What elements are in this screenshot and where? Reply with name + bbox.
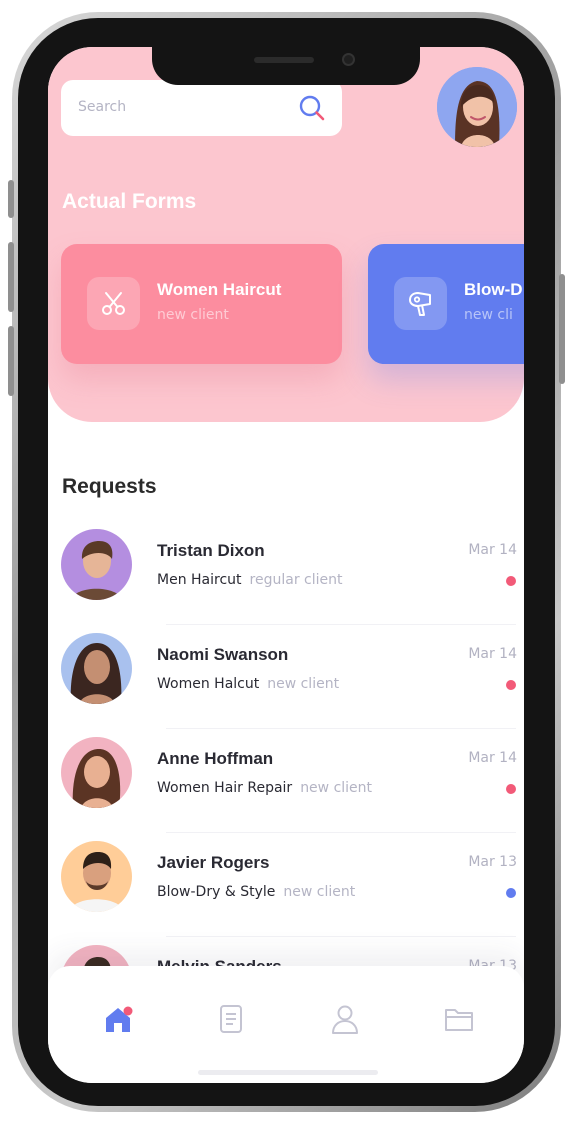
request-row[interactable]: Naomi Swanson Women Halcut new client Mar… bbox=[48, 633, 524, 737]
avatar-portrait bbox=[61, 633, 132, 704]
client-type: new client bbox=[267, 676, 340, 692]
service-label: Men Haircut bbox=[157, 572, 242, 588]
nav-home[interactable] bbox=[101, 1002, 135, 1036]
search-input[interactable]: Search bbox=[61, 80, 342, 136]
avatar-portrait bbox=[61, 529, 132, 600]
nav-documents[interactable] bbox=[214, 1002, 248, 1036]
row-divider bbox=[166, 624, 516, 625]
service-label: Women Halcut bbox=[157, 676, 260, 692]
request-row[interactable]: Anne Hoffman Women Hair Repair new client… bbox=[48, 737, 524, 841]
bottom-nav bbox=[48, 966, 524, 1083]
nav-folder[interactable] bbox=[442, 1002, 476, 1036]
section-title-forms: Actual Forms bbox=[62, 190, 197, 213]
form-card-blow-dry[interactable]: Blow-D new cli bbox=[368, 244, 524, 364]
form-title: Blow-D bbox=[464, 280, 523, 299]
request-row[interactable]: Javier Rogers Blow-Dry & Style new client… bbox=[48, 841, 524, 945]
hair-dryer-icon bbox=[409, 292, 431, 316]
form-icon-box bbox=[394, 277, 447, 330]
request-service: Blow-Dry & Style new client bbox=[157, 884, 355, 900]
row-divider bbox=[166, 832, 516, 833]
device-notch bbox=[152, 47, 420, 85]
mute-switch bbox=[8, 180, 14, 218]
request-service: Men Haircut regular client bbox=[157, 572, 342, 588]
avatar-portrait bbox=[61, 841, 132, 912]
search-placeholder: Search bbox=[78, 99, 127, 115]
form-icon-box bbox=[87, 277, 140, 330]
form-card-women-haircut[interactable]: Women Haircut new client bbox=[61, 244, 342, 364]
section-title-requests: Requests bbox=[62, 475, 157, 498]
user-portrait bbox=[437, 67, 517, 147]
request-avatar bbox=[61, 633, 132, 704]
user-icon bbox=[332, 1005, 358, 1034]
form-subtitle: new client bbox=[157, 307, 229, 323]
client-type: regular client bbox=[249, 572, 343, 588]
request-date: Mar 14 bbox=[468, 542, 517, 558]
app-screen: Search Actual Forms Women Haircut new cl… bbox=[48, 47, 524, 1083]
request-date: Mar 14 bbox=[468, 750, 517, 766]
request-avatar bbox=[61, 737, 132, 808]
volume-up-button bbox=[8, 242, 14, 312]
request-service: Women Hair Repair new client bbox=[157, 780, 372, 796]
status-dot bbox=[506, 576, 516, 586]
request-service: Women Halcut new client bbox=[157, 676, 339, 692]
row-divider bbox=[166, 936, 516, 937]
request-avatar bbox=[61, 841, 132, 912]
form-subtitle: new cli bbox=[464, 307, 513, 323]
client-type: new client bbox=[300, 780, 373, 796]
request-avatar bbox=[61, 529, 132, 600]
scissors-icon bbox=[102, 292, 125, 315]
nav-profile[interactable] bbox=[328, 1002, 362, 1036]
service-label: Blow-Dry & Style bbox=[157, 884, 276, 900]
request-name: Javier Rogers bbox=[157, 853, 270, 872]
request-date: Mar 14 bbox=[468, 646, 517, 662]
home-icon bbox=[106, 1006, 133, 1032]
power-button bbox=[559, 274, 565, 384]
form-title: Women Haircut bbox=[157, 280, 282, 299]
document-icon bbox=[220, 1005, 242, 1033]
request-date: Mar 13 bbox=[468, 854, 517, 870]
request-name: Naomi Swanson bbox=[157, 645, 289, 664]
service-label: Women Hair Repair bbox=[157, 780, 293, 796]
search-icon[interactable] bbox=[298, 94, 326, 122]
request-row[interactable]: Tristan Dixon Men Haircut regular client … bbox=[48, 529, 524, 633]
folder-icon bbox=[445, 1009, 473, 1031]
request-name: Anne Hoffman bbox=[157, 749, 274, 768]
row-divider bbox=[166, 728, 516, 729]
request-name: Tristan Dixon bbox=[157, 541, 265, 560]
avatar-portrait bbox=[61, 737, 132, 808]
home-indicator bbox=[198, 1070, 378, 1075]
speaker-grille bbox=[254, 57, 314, 63]
status-dot bbox=[506, 888, 516, 898]
user-avatar[interactable] bbox=[437, 67, 517, 147]
status-dot bbox=[506, 680, 516, 690]
volume-down-button bbox=[8, 326, 14, 396]
front-camera bbox=[342, 53, 355, 66]
client-type: new client bbox=[283, 884, 356, 900]
status-dot bbox=[506, 784, 516, 794]
